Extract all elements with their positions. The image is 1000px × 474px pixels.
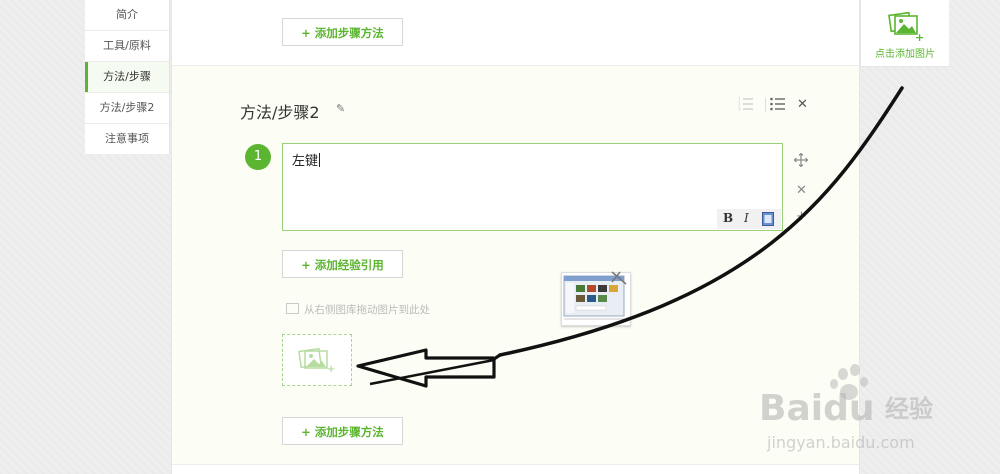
watermark-brand-cn: 经验 (885, 395, 933, 423)
svg-text:3: 3 (738, 107, 741, 112)
nav-item-notes[interactable]: 注意事项 (85, 124, 169, 155)
pencil-icon[interactable]: ✎ (336, 102, 345, 115)
delete-step-icon[interactable]: ✕ (796, 183, 807, 198)
image-add-icon: + (888, 11, 924, 44)
add-method-button-top[interactable]: + 添加步骤方法 (282, 18, 403, 46)
step-number: 1 (245, 144, 271, 170)
method-section: 方法/步骤2 ✎ 123 ✕ 1 左键 B I ✕ + + 添加经验引用 从右侧… (172, 65, 859, 465)
image-add-icon: + (298, 347, 335, 375)
format-toolbar: B I (717, 209, 781, 229)
add-step-icon[interactable]: + (796, 209, 807, 224)
step-text-editor[interactable]: 左键 B I (282, 143, 783, 231)
svg-text:+: + (915, 31, 924, 44)
baidu-watermark: Baidu 经验 jingyan.baidu.com (759, 364, 933, 452)
nav-item-tools[interactable]: 工具/原料 (85, 31, 169, 62)
drag-hint: 从右侧图库拖动图片到此处 (286, 302, 430, 317)
watermark-brand: Baidu (759, 388, 874, 429)
watermark-url: jingyan.baidu.com (766, 433, 915, 452)
nav-item-method[interactable]: 方法/步骤 (85, 62, 169, 93)
left-nav: 简介 工具/原料 方法/步骤 方法/步骤2 注意事项 (85, 0, 170, 155)
section-title: 方法/步骤2 (240, 103, 320, 122)
svg-text:+: + (327, 364, 335, 375)
image-drop-zone[interactable]: + (282, 334, 352, 386)
bold-button[interactable]: B (723, 211, 733, 225)
nav-item-intro[interactable]: 简介 (85, 0, 169, 31)
image-icon (286, 303, 299, 314)
video-icon[interactable] (762, 212, 774, 229)
add-image-label[interactable]: 点击添加图片 (861, 45, 949, 60)
step-text[interactable]: 左键 (292, 150, 320, 169)
dragged-image-thumbnail[interactable] (561, 272, 631, 326)
add-reference-button[interactable]: + 添加经验引用 (282, 250, 403, 278)
unordered-list-icon[interactable] (770, 97, 786, 115)
italic-button[interactable]: I (744, 211, 749, 225)
toolbar-divider (765, 98, 766, 112)
nav-item-method-2[interactable]: 方法/步骤2 (85, 93, 169, 124)
ordered-list-icon[interactable]: 123 (738, 97, 754, 115)
add-image-panel[interactable]: + 点击添加图片 (860, 0, 949, 67)
close-icon[interactable]: ✕ (797, 97, 808, 112)
move-icon[interactable] (793, 152, 809, 171)
add-method-button-bottom[interactable]: + 添加步骤方法 (282, 417, 403, 445)
